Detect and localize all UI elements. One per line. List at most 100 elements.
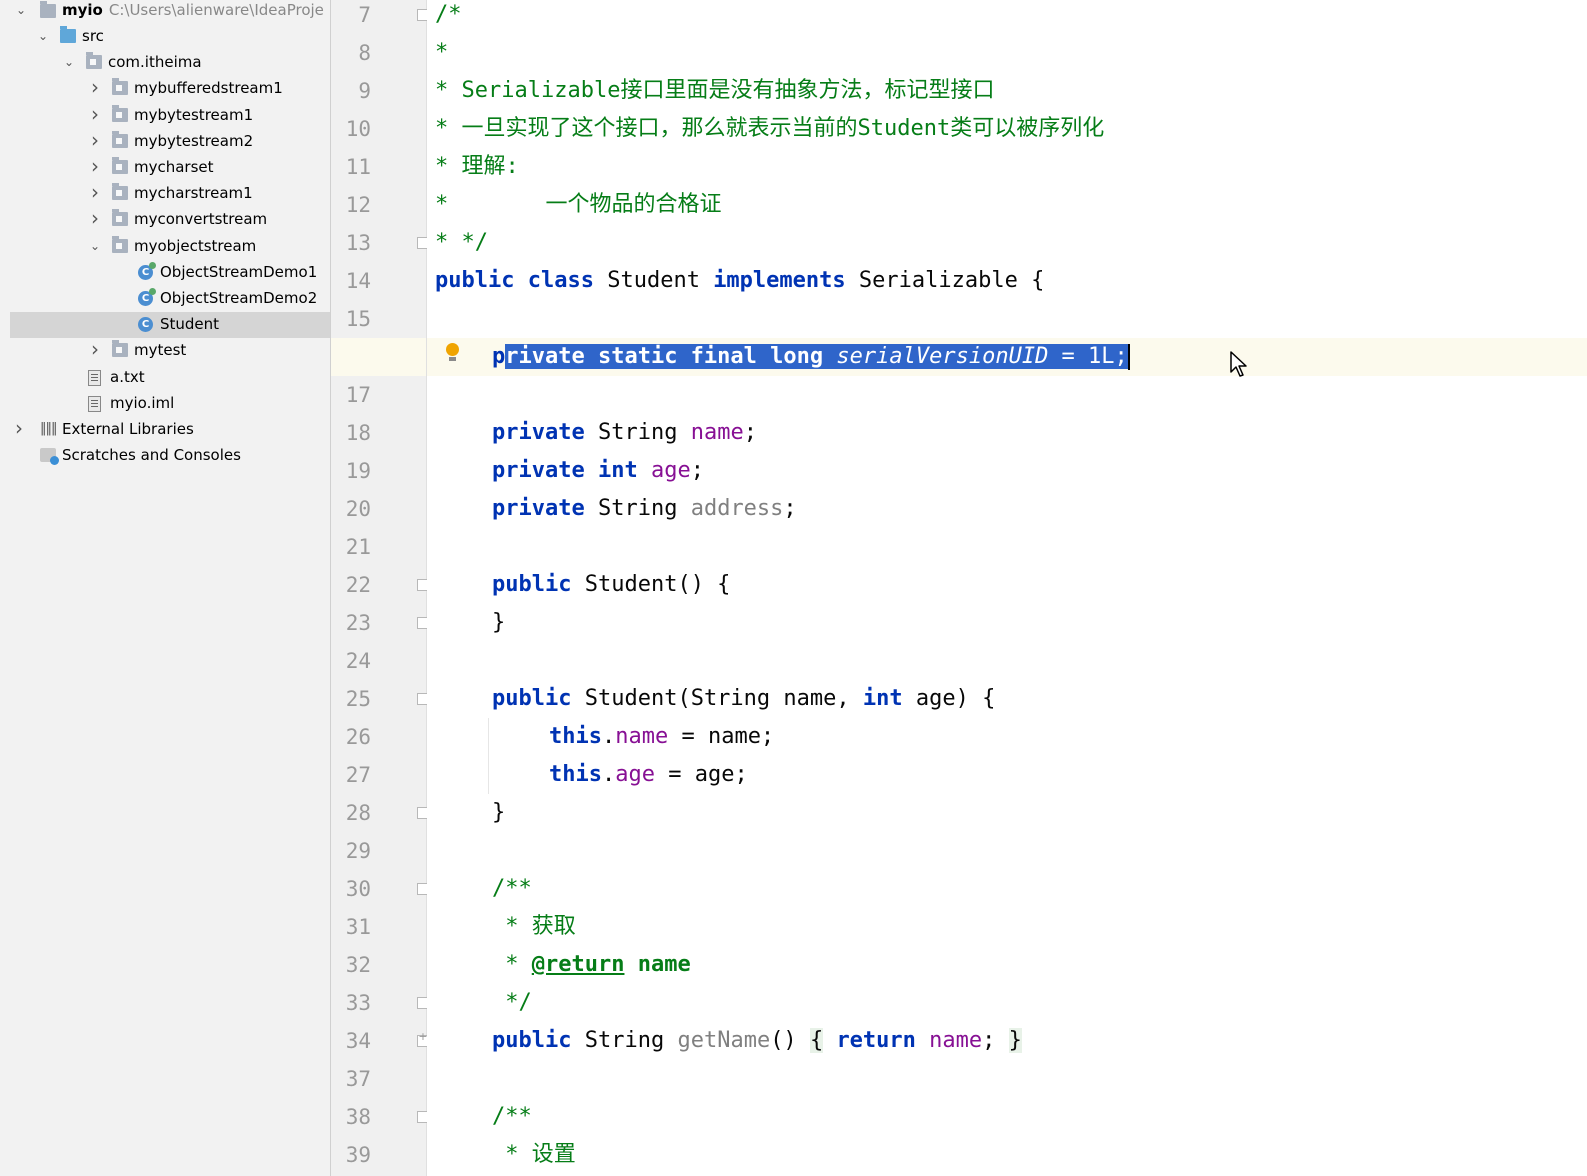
tree-root-myio[interactable]: ⌄ myio C:\Users\alienware\IdeaProje xyxy=(10,0,330,24)
tree-item-label: mybufferedstream1 xyxy=(134,79,283,98)
chevron-down-icon[interactable]: ⌄ xyxy=(36,24,50,50)
line-number: 13 xyxy=(345,231,371,255)
line-number: 39 xyxy=(345,1143,371,1167)
line-number: 34 xyxy=(345,1029,371,1053)
tree-item-objectstreamdemo2[interactable]: C ObjectStreamDemo2 xyxy=(10,286,330,312)
line-number: 14 xyxy=(345,269,371,293)
chevron-down-icon[interactable]: ⌄ xyxy=(62,50,76,76)
line-number: 38 xyxy=(345,1105,371,1129)
tree-item-label: mybytestream2 xyxy=(134,131,254,150)
tree-item-mycharset[interactable]: › mycharset xyxy=(10,155,330,181)
line-number: 22 xyxy=(345,573,371,597)
chevron-down-icon[interactable]: ⌄ xyxy=(14,0,28,24)
line-number: 23 xyxy=(345,611,371,635)
tree-item-a-txt[interactable]: a.txt xyxy=(10,365,330,391)
chevron-right-icon[interactable]: › xyxy=(12,417,26,443)
code-line-20: private String address; xyxy=(492,496,797,521)
tree-item-mytest[interactable]: › mytest xyxy=(10,338,330,364)
tree-item-myconvertstream[interactable]: › myconvertstream xyxy=(10,207,330,233)
runnable-class-icon: C xyxy=(138,288,156,306)
tree-item-objectstreamdemo1[interactable]: C ObjectStreamDemo1 xyxy=(10,260,330,286)
tree-item-label: myio.iml xyxy=(110,393,175,412)
code-line-27: this.age = age; xyxy=(549,762,748,787)
tree-item-label: mytest xyxy=(134,341,187,360)
line-number: 20 xyxy=(345,497,371,521)
line-number: 31 xyxy=(345,915,371,939)
tree-item-label: mybytestream1 xyxy=(134,105,254,124)
code-line-14: public class Student implements Serializ… xyxy=(435,268,1045,293)
tree-item-label: mycharstream1 xyxy=(134,184,253,203)
package-icon xyxy=(112,209,128,227)
line-number: 37 xyxy=(345,1067,371,1091)
chevron-right-icon[interactable]: › xyxy=(88,129,102,155)
tree-item-myio-iml[interactable]: myio.iml xyxy=(10,391,330,417)
code-line-39: * 设置 xyxy=(492,1142,576,1167)
line-number: 21 xyxy=(345,535,371,559)
tree-item-label: a.txt xyxy=(110,367,145,386)
chevron-right-icon[interactable]: › xyxy=(88,103,102,129)
line-number: 26 xyxy=(345,725,371,749)
line-number: 30 xyxy=(345,877,371,901)
line-number: 33 xyxy=(345,991,371,1015)
tree-item-label: com.itheima xyxy=(108,53,202,72)
tree-item-student[interactable]: C Student xyxy=(10,312,330,339)
mouse-pointer-icon xyxy=(1230,351,1247,377)
tree-item-com-itheima[interactable]: ⌄ com.itheima xyxy=(10,50,330,76)
line-number: 32 xyxy=(345,953,371,977)
line-number: 25 xyxy=(345,687,371,711)
chevron-right-icon[interactable]: › xyxy=(88,338,102,364)
editor-gutter: 7891011121314151617181920212223242526272… xyxy=(331,0,429,1176)
tree-item-label: myconvertstream xyxy=(134,210,268,229)
project-tree: ⌄ myio C:\Users\alienware\IdeaProje ⌄ src ⌄… xyxy=(10,0,331,1176)
tree-item-label: src xyxy=(82,27,104,45)
module-folder-icon xyxy=(40,1,56,18)
chevron-down-icon[interactable]: ⌄ xyxy=(88,234,102,260)
chevron-right-icon[interactable]: › xyxy=(88,155,102,181)
package-icon xyxy=(112,157,128,174)
tree-item-mybufferedstream1[interactable]: › mybufferedstream1 xyxy=(10,76,330,102)
code-line-30: /** xyxy=(492,876,532,901)
line-number: 29 xyxy=(345,839,371,863)
tree-item-mybytestream2[interactable]: › mybytestream2 xyxy=(10,129,330,155)
package-icon xyxy=(112,340,128,358)
line-number: 27 xyxy=(345,763,371,787)
code-line-19: private int age; xyxy=(492,458,704,483)
package-icon xyxy=(112,183,128,201)
class-icon: C xyxy=(138,317,153,333)
current-line-gutter-highlight xyxy=(331,338,426,376)
tree-item-mycharstream1[interactable]: › mycharstream1 xyxy=(10,181,330,207)
code-line-8: * xyxy=(435,40,449,65)
chevron-right-icon[interactable]: › xyxy=(88,207,102,233)
line-number: 19 xyxy=(345,459,371,483)
runnable-class-icon: C xyxy=(138,261,156,280)
line-number: 12 xyxy=(345,193,371,217)
tree-item-mybytestream1[interactable]: › mybytestream1 xyxy=(10,103,330,129)
code-line-10: * 一旦实现了这个接口，那么就表示当前的Student类可以被序列化 xyxy=(435,116,1105,141)
line-number: 28 xyxy=(345,801,371,825)
code-line-33: */ xyxy=(492,990,532,1015)
tree-item-src[interactable]: ⌄ src xyxy=(10,24,330,50)
code-line-12: * 一个物品的合格证 xyxy=(435,192,722,217)
code-line-16[interactable]: private static final long serialVersionU… xyxy=(492,338,1130,376)
lightbulb-icon[interactable] xyxy=(445,343,459,363)
code-line-11: * 理解: xyxy=(435,154,519,179)
tree-item-label: mycharset xyxy=(134,158,214,176)
code-editor[interactable]: /* * * Serializable接口里面是没有抽象方法，标记型接口 * 一… xyxy=(427,0,1587,1176)
line-number: 10 xyxy=(345,117,371,141)
chevron-right-icon[interactable]: › xyxy=(88,181,102,207)
code-line-25: public Student(String name, int age) { xyxy=(492,686,996,711)
package-icon xyxy=(112,78,128,96)
tree-item-myobjectstream[interactable]: ⌄ myobjectstream xyxy=(10,234,330,260)
line-number: 8 xyxy=(358,41,371,65)
chevron-right-icon[interactable]: › xyxy=(88,76,102,102)
file-icon xyxy=(88,369,101,386)
code-line-34: public String getName() { return name; } xyxy=(492,1028,1022,1053)
package-icon xyxy=(112,235,128,253)
code-line-31: * 获取 xyxy=(492,914,576,939)
line-number: 17 xyxy=(345,383,371,407)
file-icon xyxy=(88,395,101,412)
tree-item-scratches-and-consoles[interactable]: Scratches and Consoles xyxy=(10,443,330,469)
tree-item-external-libraries[interactable]: › ‖‖‖ External Libraries xyxy=(10,417,330,443)
code-line-38: /** xyxy=(492,1104,532,1129)
code-line-32: * @return name xyxy=(492,952,691,977)
